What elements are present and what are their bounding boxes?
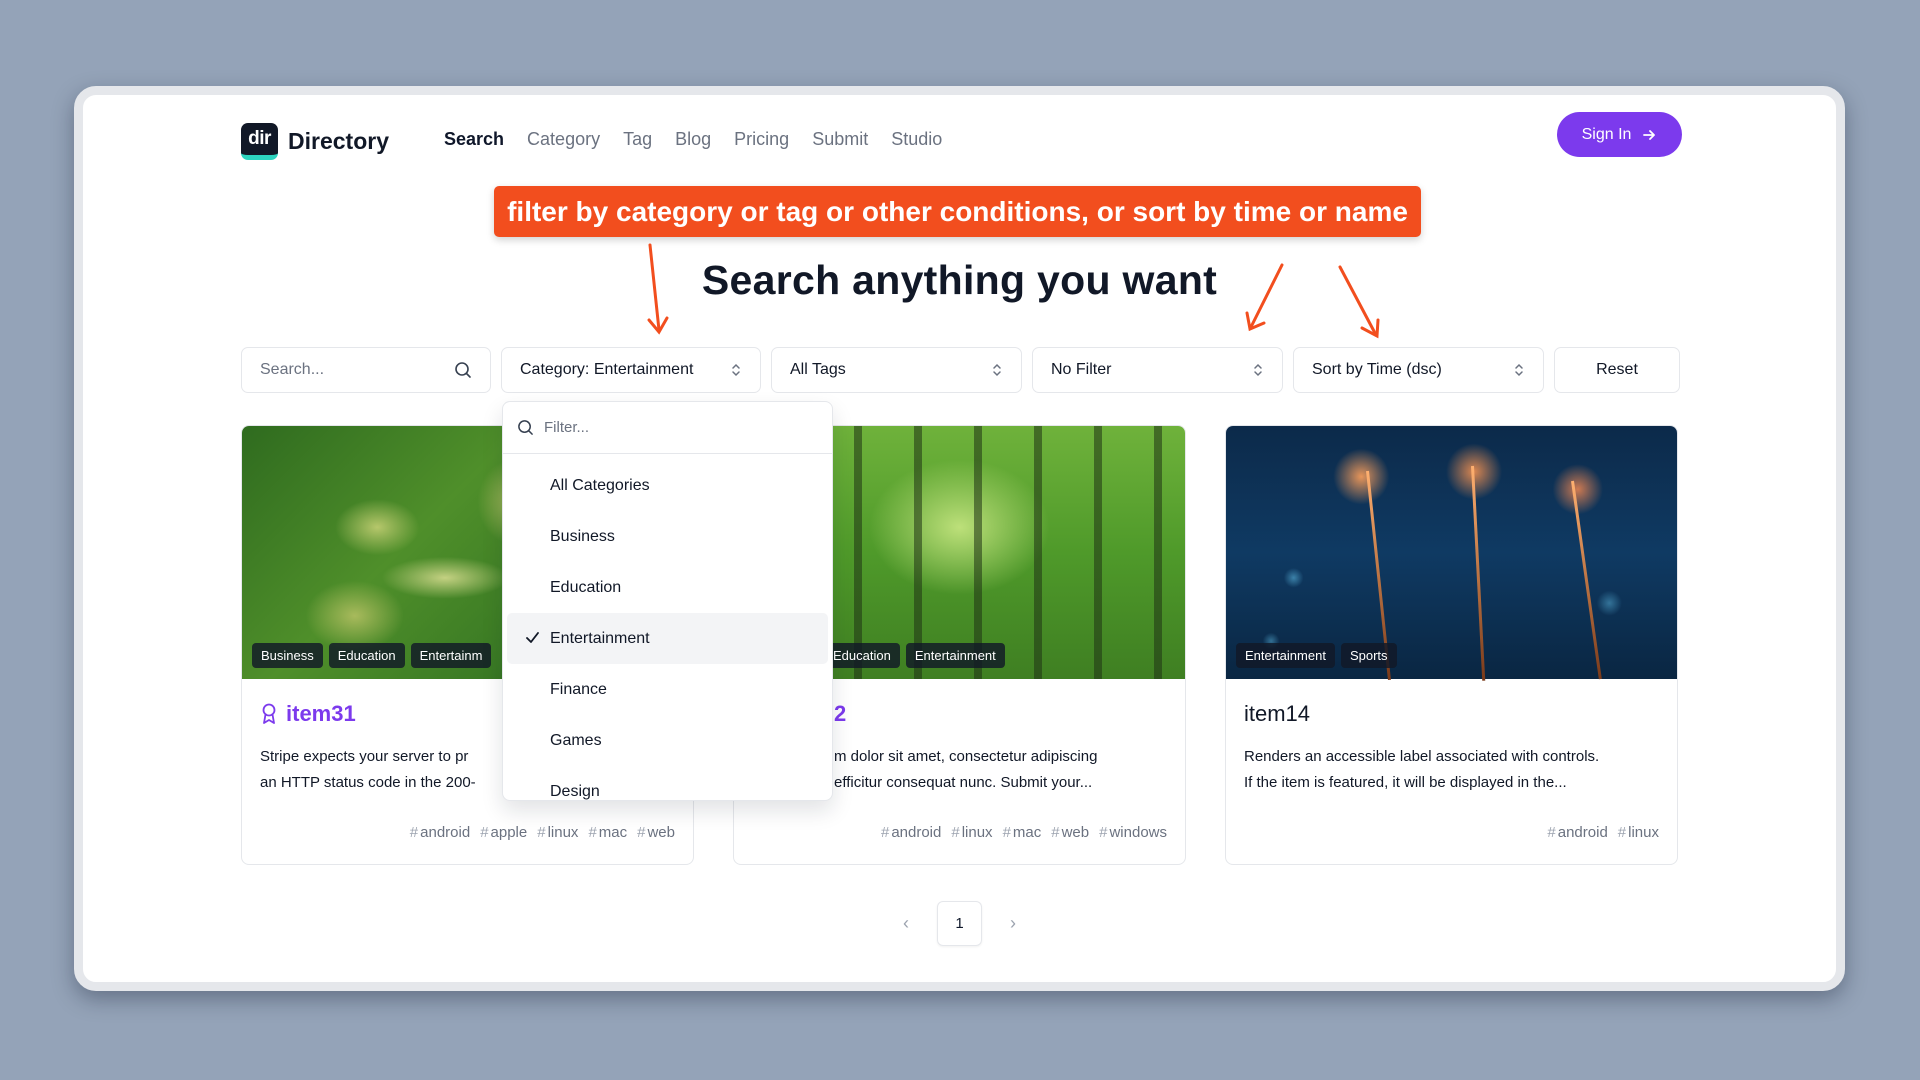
tag-link[interactable]: web (1051, 824, 1090, 841)
condition-select-value: No Filter (1051, 361, 1112, 378)
main-nav: Search Category Tag Blog Pricing Submit … (444, 129, 942, 150)
option-entertainment[interactable]: Entertainment (507, 613, 828, 664)
item-description: m dolor sit amet, consectetur adipiscing… (834, 744, 1174, 796)
sign-in-label: Sign In (1581, 125, 1632, 143)
nav-tag[interactable]: Tag (623, 129, 652, 150)
item-image (1226, 426, 1677, 681)
tag-link[interactable]: android (881, 824, 941, 841)
arrow-right-icon (1643, 129, 1656, 140)
item-title-text: item14 (1244, 701, 1311, 726)
chevron-left-icon[interactable]: ‹ (903, 913, 909, 934)
logo[interactable]: dir Directory (241, 123, 389, 160)
description-line: Renders an accessible label associated w… (1244, 748, 1600, 765)
pagination: ‹ 1 › (83, 901, 1836, 946)
chevron-up-down-icon (1515, 363, 1523, 377)
page-button[interactable]: 1 (937, 901, 982, 946)
nav-pricing[interactable]: Pricing (734, 129, 789, 150)
category-badge[interactable]: Entertainm (410, 643, 492, 668)
tag-link[interactable]: linux (537, 824, 579, 841)
option-label: Entertainment (550, 629, 650, 647)
nav-search[interactable]: Search (444, 129, 504, 150)
page-headline: Search anything you want (701, 257, 1218, 303)
item-title-text: 2 (834, 701, 847, 726)
tag-link[interactable]: mac (588, 824, 627, 841)
check-icon (526, 632, 539, 643)
sign-in-button[interactable]: Sign In (1557, 112, 1682, 157)
condition-select[interactable]: No Filter (1032, 347, 1283, 393)
category-select-value: Category: Entertainment (520, 361, 694, 378)
item-tags: android linux (1547, 824, 1659, 841)
category-badge[interactable]: Entertainment (905, 643, 1005, 668)
chevron-up-down-icon (732, 363, 740, 377)
option-education[interactable]: Education (507, 562, 828, 613)
tag-select[interactable]: All Tags (771, 347, 1022, 393)
category-select[interactable]: Category: Entertainment (501, 347, 761, 393)
category-badge[interactable]: Entertainment (1236, 643, 1335, 668)
category-badge[interactable]: Business (252, 643, 323, 668)
logo-mark: dir (241, 123, 278, 160)
tag-link[interactable]: android (1547, 824, 1608, 841)
nav-category[interactable]: Category (527, 129, 600, 150)
tag-link[interactable]: linux (951, 824, 993, 841)
tag-link[interactable]: windows (1099, 824, 1167, 841)
chevron-right-icon[interactable]: › (1010, 913, 1016, 934)
dropdown-filter[interactable] (503, 402, 832, 454)
search-box[interactable] (241, 347, 491, 393)
reset-button[interactable]: Reset (1554, 347, 1680, 393)
option-all-categories[interactable]: All Categories (507, 460, 828, 511)
category-badge[interactable]: Education (328, 643, 405, 668)
sort-select[interactable]: Sort by Time (dsc) (1293, 347, 1544, 393)
app-window: dir Directory Search Category Tag Blog P… (74, 86, 1845, 991)
category-dropdown: All Categories Business Education Entert… (502, 401, 833, 801)
tag-link[interactable]: linux (1618, 824, 1659, 841)
annotation-banner: filter by category or tag or other condi… (494, 186, 1421, 237)
dropdown-options: All Categories Business Education Entert… (503, 454, 832, 800)
item-title[interactable]: item14 (1244, 701, 1310, 727)
award-icon (262, 703, 276, 724)
tag-link[interactable]: android (410, 824, 470, 841)
logo-text: Directory (288, 128, 389, 154)
category-badge[interactable]: Sports (1340, 643, 1397, 668)
chevron-up-down-icon (993, 363, 1001, 377)
tag-link[interactable]: web (637, 824, 675, 841)
item-title[interactable]: 2 (834, 701, 846, 727)
search-input[interactable] (260, 361, 450, 379)
item-tags: android linux mac web windows (881, 824, 1167, 841)
item-title-text: item31 (286, 701, 356, 726)
sort-select-value: Sort by Time (dsc) (1312, 361, 1442, 378)
category-badges: Entertainment Sports (1236, 643, 1397, 668)
tag-link[interactable]: mac (1003, 824, 1041, 841)
option-design[interactable]: Design (507, 766, 828, 800)
category-badges: Business Education Entertainm (252, 643, 492, 668)
description-line: m dolor sit amet, consectetur adipiscing (834, 748, 1098, 765)
item-card[interactable]: Entertainment Sports item14 Renders an a… (1225, 425, 1678, 865)
description-line: If the item is featured, it will be disp… (1244, 774, 1567, 791)
category-badges: Education Entertainment (824, 643, 1005, 668)
chevron-up-down-icon (1254, 363, 1262, 377)
nav-submit[interactable]: Submit (812, 129, 868, 150)
dropdown-filter-input[interactable] (544, 419, 814, 436)
description-line: efficitur consequat nunc. Submit your... (834, 774, 1093, 791)
tag-select-value: All Tags (790, 361, 846, 378)
search-icon (455, 362, 471, 378)
item-title[interactable]: item31 (260, 701, 356, 727)
option-business[interactable]: Business (507, 511, 828, 562)
option-finance[interactable]: Finance (507, 664, 828, 715)
item-description: Renders an accessible label associated w… (1244, 744, 1659, 796)
option-games[interactable]: Games (507, 715, 828, 766)
search-icon (518, 420, 533, 435)
nav-blog[interactable]: Blog (675, 129, 711, 150)
nav-studio[interactable]: Studio (891, 129, 942, 150)
category-badge[interactable]: Education (824, 643, 900, 668)
tag-link[interactable]: apple (480, 824, 528, 841)
item-tags: android apple linux mac web (410, 824, 675, 841)
